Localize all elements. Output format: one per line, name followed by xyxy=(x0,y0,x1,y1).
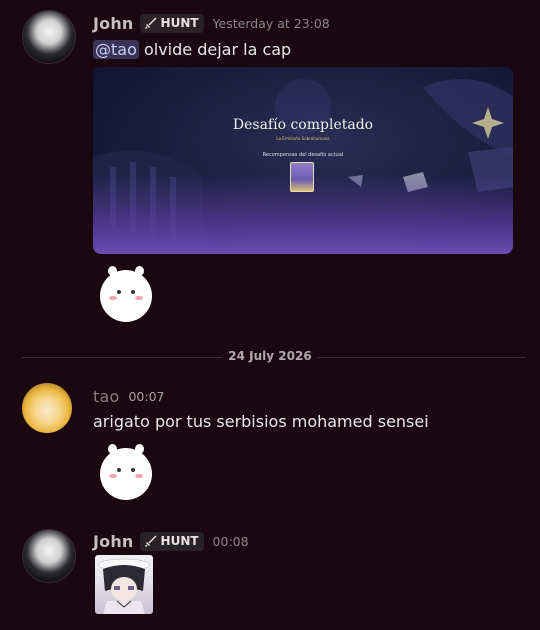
date-divider-label: 24 July 2026 xyxy=(222,349,318,363)
sword-icon xyxy=(144,17,157,29)
author-name[interactable]: John xyxy=(93,532,134,551)
role-tag-label: HUNT xyxy=(160,534,199,548)
sticker-cheek xyxy=(135,296,143,300)
role-tag[interactable]: HUNT xyxy=(139,531,204,551)
message-header: tao 00:07 xyxy=(93,386,165,406)
sticker-anime-character[interactable] xyxy=(95,555,153,614)
sticker-white-dog[interactable] xyxy=(100,444,152,500)
role-tag-label: HUNT xyxy=(160,16,199,30)
message-header: John HUNT Yesterday at 23:08 xyxy=(93,13,330,33)
author-name[interactable]: tao xyxy=(93,387,119,406)
sticker-eye xyxy=(131,468,135,472)
sticker-eye xyxy=(131,290,135,294)
avatar-john[interactable] xyxy=(22,529,76,583)
user-mention[interactable]: @tao xyxy=(93,40,139,59)
timestamp[interactable]: 00:07 xyxy=(128,389,164,404)
avatar-tao[interactable] xyxy=(22,383,72,433)
sticker-cheek xyxy=(109,296,117,300)
reward-card xyxy=(290,162,314,192)
avatar-john[interactable] xyxy=(22,10,76,64)
sword-icon xyxy=(144,535,157,547)
embed-subtitle: La Ermitaña Sobrehumana xyxy=(276,136,330,141)
message-header: John HUNT 00:08 xyxy=(93,531,249,551)
sticker-cheek xyxy=(109,474,117,478)
author-name[interactable]: John xyxy=(93,14,134,33)
message-text: @tao olvide dejar la cap xyxy=(93,40,291,59)
image-attachment[interactable]: Desafío completado La Ermitaña Sobrehuma… xyxy=(93,67,513,254)
embed-title: Desafío completado xyxy=(232,117,374,133)
sticker-eye xyxy=(117,468,121,472)
sticker-cheek xyxy=(135,474,143,478)
sticker-eye xyxy=(117,290,121,294)
timestamp[interactable]: 00:08 xyxy=(213,534,249,549)
embed-rewards-label: Recompensas del desafío actual xyxy=(262,152,344,158)
role-tag[interactable]: HUNT xyxy=(139,13,204,33)
anime-character-art xyxy=(97,558,151,614)
timestamp[interactable]: Yesterday at 23:08 xyxy=(213,16,330,31)
sticker-white-dog[interactable] xyxy=(100,266,152,322)
message-content: arigato por tus serbisios mohamed sensei xyxy=(93,412,429,431)
message-content: olvide dejar la cap xyxy=(143,40,292,59)
